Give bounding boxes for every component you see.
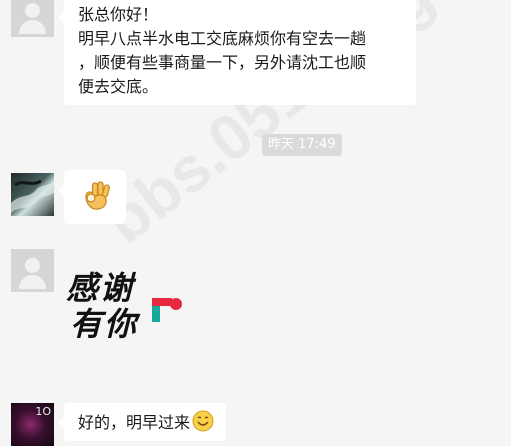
thank-you-sticker[interactable]: 感谢 有你	[62, 270, 192, 350]
contact-avatar[interactable]	[11, 173, 54, 216]
person-icon-head	[25, 3, 40, 18]
smiling-face-emoji-icon	[192, 410, 214, 432]
dragon-photo-icon	[11, 179, 54, 213]
contact-avatar[interactable]	[11, 0, 54, 37]
person-icon-body	[19, 275, 46, 289]
message-text: 好的，明早过来	[78, 413, 191, 432]
timestamp-pill: 昨天 17:49	[262, 134, 342, 156]
message-line: 张总你好！	[78, 5, 159, 24]
emoji-bubble[interactable]	[58, 170, 126, 224]
ok-hand-emoji-icon	[85, 181, 111, 210]
message-bubble[interactable]: 张总你好！ 明早八点半水电工交底麻烦你有空去一趟 ，顺便有些事商量一下，另外请沈…	[58, 0, 416, 105]
person-icon-head	[25, 258, 40, 273]
sticker-logo-icon	[152, 298, 182, 322]
person-icon-body	[19, 20, 46, 34]
message-bubble[interactable]: 好的，明早过来	[57, 403, 227, 441]
contact-avatar[interactable]: 1O	[11, 403, 54, 446]
avatar-tag: 1O	[35, 405, 51, 418]
message-line: ，顺便有些事商量一下，另外请沈工也顺	[78, 53, 367, 72]
contact-avatar[interactable]	[11, 249, 54, 292]
message-line: 明早八点半水电工交底麻烦你有空去一趟	[78, 29, 367, 48]
message-line: 便去交底。	[78, 77, 159, 96]
